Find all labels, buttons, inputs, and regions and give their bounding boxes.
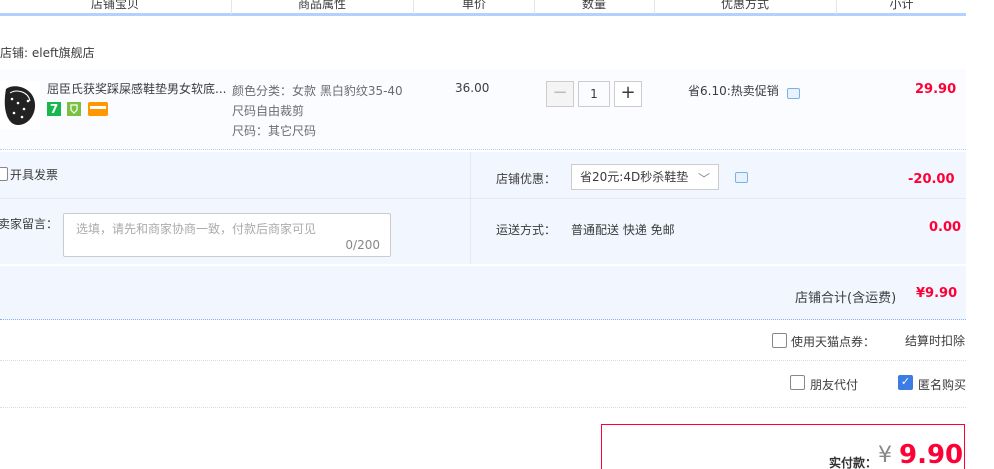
- anonymous-checkbox[interactable]: ✓: [898, 375, 913, 390]
- sku-size: 尺码：其它尺码: [232, 124, 317, 138]
- section-divider: [0, 360, 966, 361]
- shop-name[interactable]: 店铺: eleft旗舰店: [0, 44, 95, 61]
- invoice-checkbox[interactable]: [0, 167, 8, 181]
- memo-char-counter: 0/200: [345, 238, 380, 252]
- shipping-fee: 0.00: [929, 220, 962, 235]
- guarantee-icon[interactable]: [67, 102, 81, 116]
- shop-discount-value: 省20元:4D秒杀鞋垫: [580, 170, 689, 184]
- sku-color: 颜色分类：女款 黑白豹纹35-40: [232, 84, 403, 98]
- seller-memo-input[interactable]: 选填，请先和商家协商一致，付款后商家可见 0/200: [63, 213, 391, 257]
- sku-size-note: 尺码自由裁剪: [232, 104, 305, 118]
- shop-total-label: 店铺合计(含运费): [795, 291, 897, 306]
- order-table-header: 店铺宝贝 商品属性 单价 数量 优惠方式 小计: [0, 0, 966, 16]
- header-col-quantity: 数量: [581, 0, 606, 11]
- shop-discount-amount: -20.00: [908, 172, 955, 187]
- anonymous-label[interactable]: 匿名购买: [918, 376, 966, 393]
- item-promotion: 省6.10:热卖促销: [688, 84, 779, 98]
- pay-amount: 9.90: [899, 440, 964, 469]
- item-subtotal: 29.90: [915, 82, 957, 97]
- quantity-input[interactable]: 1: [578, 81, 610, 107]
- header-col-attributes: 商品属性: [297, 0, 346, 11]
- shipping-label: 运送方式：: [496, 223, 557, 237]
- discount-tip-icon[interactable]: [735, 172, 748, 183]
- currency-symbol: ¥: [878, 443, 892, 468]
- memo-label: 给卖家留言：: [0, 217, 59, 231]
- section-divider: [0, 407, 966, 408]
- friend-pay-checkbox[interactable]: [790, 375, 805, 390]
- pay-label: 实付款：: [829, 456, 878, 469]
- shop-discount-label: 店铺优惠：: [496, 172, 557, 186]
- shipping-method: 普通配送 快递 免邮: [571, 223, 675, 237]
- quantity-stepper: − 1 +: [546, 81, 642, 107]
- quantity-increase-button[interactable]: +: [614, 81, 642, 107]
- memo-placeholder: 选填，请先和商家协商一致，付款后商家可见: [76, 222, 317, 236]
- shop-total-value: ¥9.90: [916, 286, 958, 301]
- quantity-decrease-button[interactable]: −: [546, 81, 574, 107]
- shop-discount-select[interactable]: 省20元:4D秒杀鞋垫 ﹀: [571, 164, 719, 190]
- item-title-link[interactable]: 屈臣氏获奖踩屎感鞋垫男女软底...: [47, 80, 227, 97]
- insole-product-thumbnail[interactable]: [0, 81, 40, 129]
- chevron-down-icon: ﹀: [697, 172, 710, 186]
- unit-price: 36.00: [455, 81, 490, 95]
- tmall-points-label[interactable]: 使用天猫点券：: [791, 333, 875, 350]
- header-col-price: 单价: [461, 0, 486, 11]
- header-col-shop-item: 店铺宝贝: [90, 0, 139, 11]
- tmall-points-note: 结算时扣除: [905, 334, 966, 348]
- credit-card-icon[interactable]: [88, 102, 108, 116]
- invoice-label[interactable]: 开具发票: [10, 166, 58, 183]
- header-col-subtotal: 小计: [889, 0, 914, 11]
- tmall-points-checkbox[interactable]: [772, 333, 787, 348]
- seven-day-return-icon[interactable]: 7: [47, 102, 61, 116]
- promo-tip-icon[interactable]: [787, 88, 800, 99]
- friend-pay-label[interactable]: 朋友代付: [810, 376, 858, 393]
- header-col-discount: 优惠方式: [720, 0, 769, 11]
- options-divider: [470, 152, 471, 264]
- options-divider: [0, 198, 966, 199]
